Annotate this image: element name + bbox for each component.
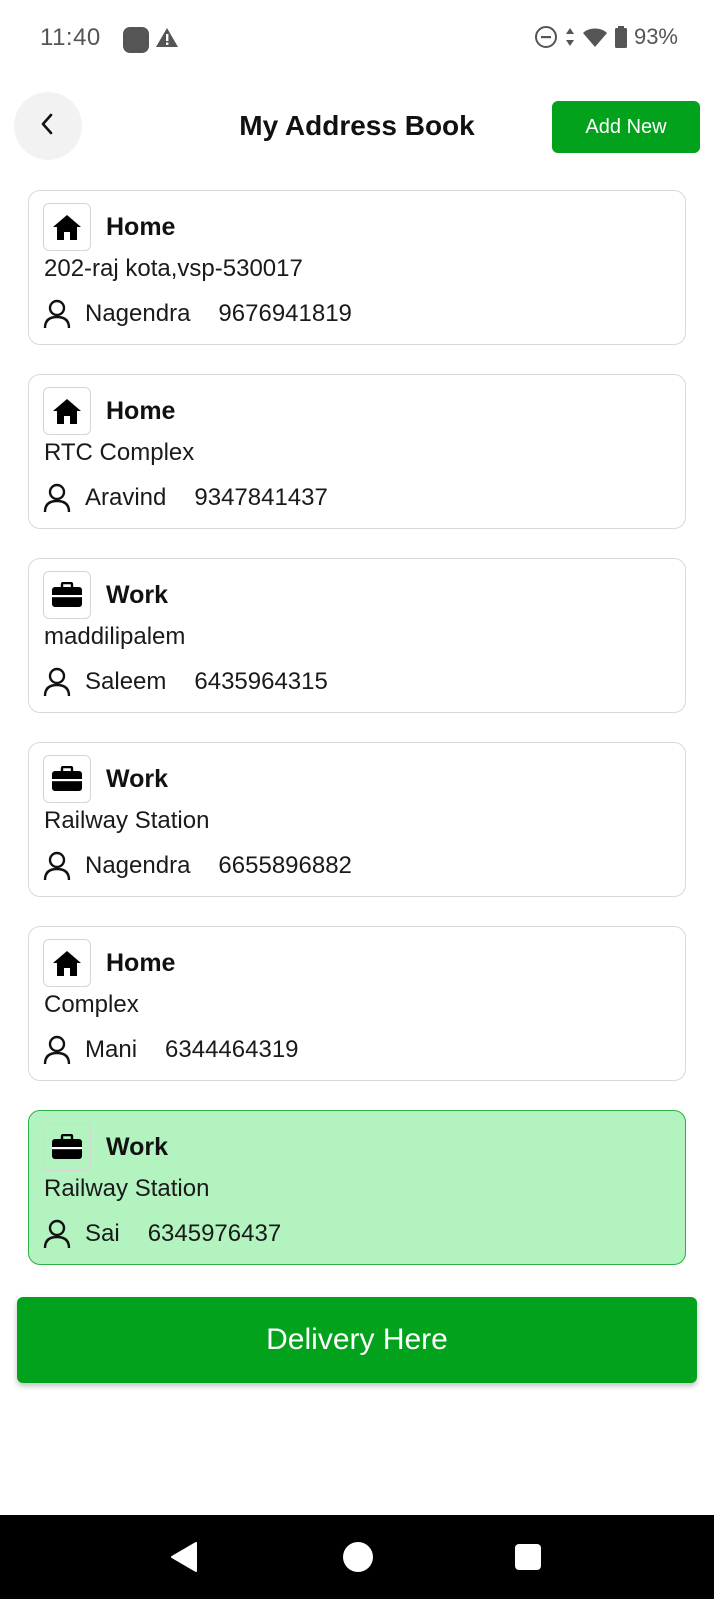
- contact-name: Nagendra: [85, 852, 191, 879]
- briefcase-icon: [43, 755, 91, 803]
- contact-name: Nagendra: [85, 300, 191, 327]
- battery-percent: 93%: [633, 24, 678, 49]
- contact-phone: 6344464319: [165, 1036, 299, 1063]
- address-list: Home 202-raj kota,vsp-530017 Nagendra 96…: [28, 190, 686, 1294]
- contact-name: Mani: [85, 1036, 138, 1063]
- contact-row: Mani 6344464319: [43, 1035, 299, 1065]
- battery-icon: [614, 25, 628, 49]
- address-card[interactable]: Home RTC Complex Aravind 9347841437: [28, 374, 686, 529]
- system-nav-bar: [0, 1515, 714, 1599]
- contact-name: Saleem: [85, 668, 167, 695]
- address-type-label: Work: [106, 765, 169, 793]
- warning-icon: [155, 26, 179, 55]
- contact-row: Sai 6345976437: [43, 1219, 281, 1249]
- person-icon: [43, 851, 71, 881]
- contact-name: Sai: [85, 1220, 120, 1247]
- address-card[interactable]: Home 202-raj kota,vsp-530017 Nagendra 96…: [28, 190, 686, 345]
- do-not-disturb-icon: [534, 25, 558, 49]
- contact-name: Aravind: [85, 484, 167, 511]
- address-line: RTC Complex: [44, 439, 195, 466]
- home-icon: [43, 387, 91, 435]
- nav-recents-icon[interactable]: [515, 1544, 541, 1570]
- contact-phone: 9676941819: [218, 300, 352, 327]
- address-line: 202-raj kota,vsp-530017: [44, 255, 303, 282]
- address-card[interactable]: Work maddilipalem Saleem 6435964315: [28, 558, 686, 713]
- person-icon: [43, 1219, 71, 1249]
- contact-row: Nagendra 6655896882: [43, 851, 352, 881]
- contact-phone: 9347841437: [194, 484, 328, 511]
- address-line: maddilipalem: [44, 623, 186, 650]
- wifi-icon: [582, 26, 608, 48]
- contact-row: Saleem 6435964315: [43, 667, 328, 697]
- address-type-label: Home: [106, 213, 176, 241]
- address-line: Railway Station: [44, 807, 210, 834]
- address-line: Railway Station: [44, 1175, 210, 1202]
- home-icon: [43, 203, 91, 251]
- back-button[interactable]: [14, 92, 82, 160]
- contact-phone: 6435964315: [194, 668, 328, 695]
- address-line: Complex: [44, 991, 139, 1018]
- person-icon: [43, 667, 71, 697]
- home-icon: [43, 939, 91, 987]
- contact-phone: 6345976437: [147, 1220, 282, 1247]
- briefcase-icon: [43, 571, 91, 619]
- address-card-selected[interactable]: Work Railway Station Sai 6345976437: [28, 1110, 686, 1265]
- address-card[interactable]: Work Railway Station Nagendra 6655896882: [28, 742, 686, 897]
- address-card[interactable]: Home Complex Mani 6344464319: [28, 926, 686, 1081]
- person-icon: [43, 299, 71, 329]
- person-icon: [43, 1035, 71, 1065]
- contact-row: Aravind 9347841437: [43, 483, 328, 513]
- nav-back-icon[interactable]: [170, 1541, 198, 1578]
- person-icon: [43, 483, 71, 513]
- app-icon: [123, 27, 149, 53]
- address-type-label: Work: [106, 581, 169, 609]
- status-right-group: 93%: [534, 24, 678, 50]
- address-type-label: Home: [106, 397, 176, 425]
- status-bar: 11:40 93%: [0, 0, 714, 80]
- address-type-label: Home: [106, 949, 176, 977]
- add-new-button[interactable]: Add New: [552, 101, 700, 153]
- address-type-label: Work: [106, 1133, 169, 1161]
- chevron-left-icon: [36, 112, 60, 141]
- contact-phone: 6655896882: [218, 852, 352, 879]
- delivery-here-button[interactable]: Delivery Here: [17, 1297, 697, 1383]
- status-time: 11:40: [40, 24, 101, 51]
- contact-row: Nagendra 9676941819: [43, 299, 352, 329]
- data-arrows-icon: [564, 26, 576, 48]
- nav-home-icon[interactable]: [343, 1542, 373, 1572]
- briefcase-icon: [43, 1123, 91, 1171]
